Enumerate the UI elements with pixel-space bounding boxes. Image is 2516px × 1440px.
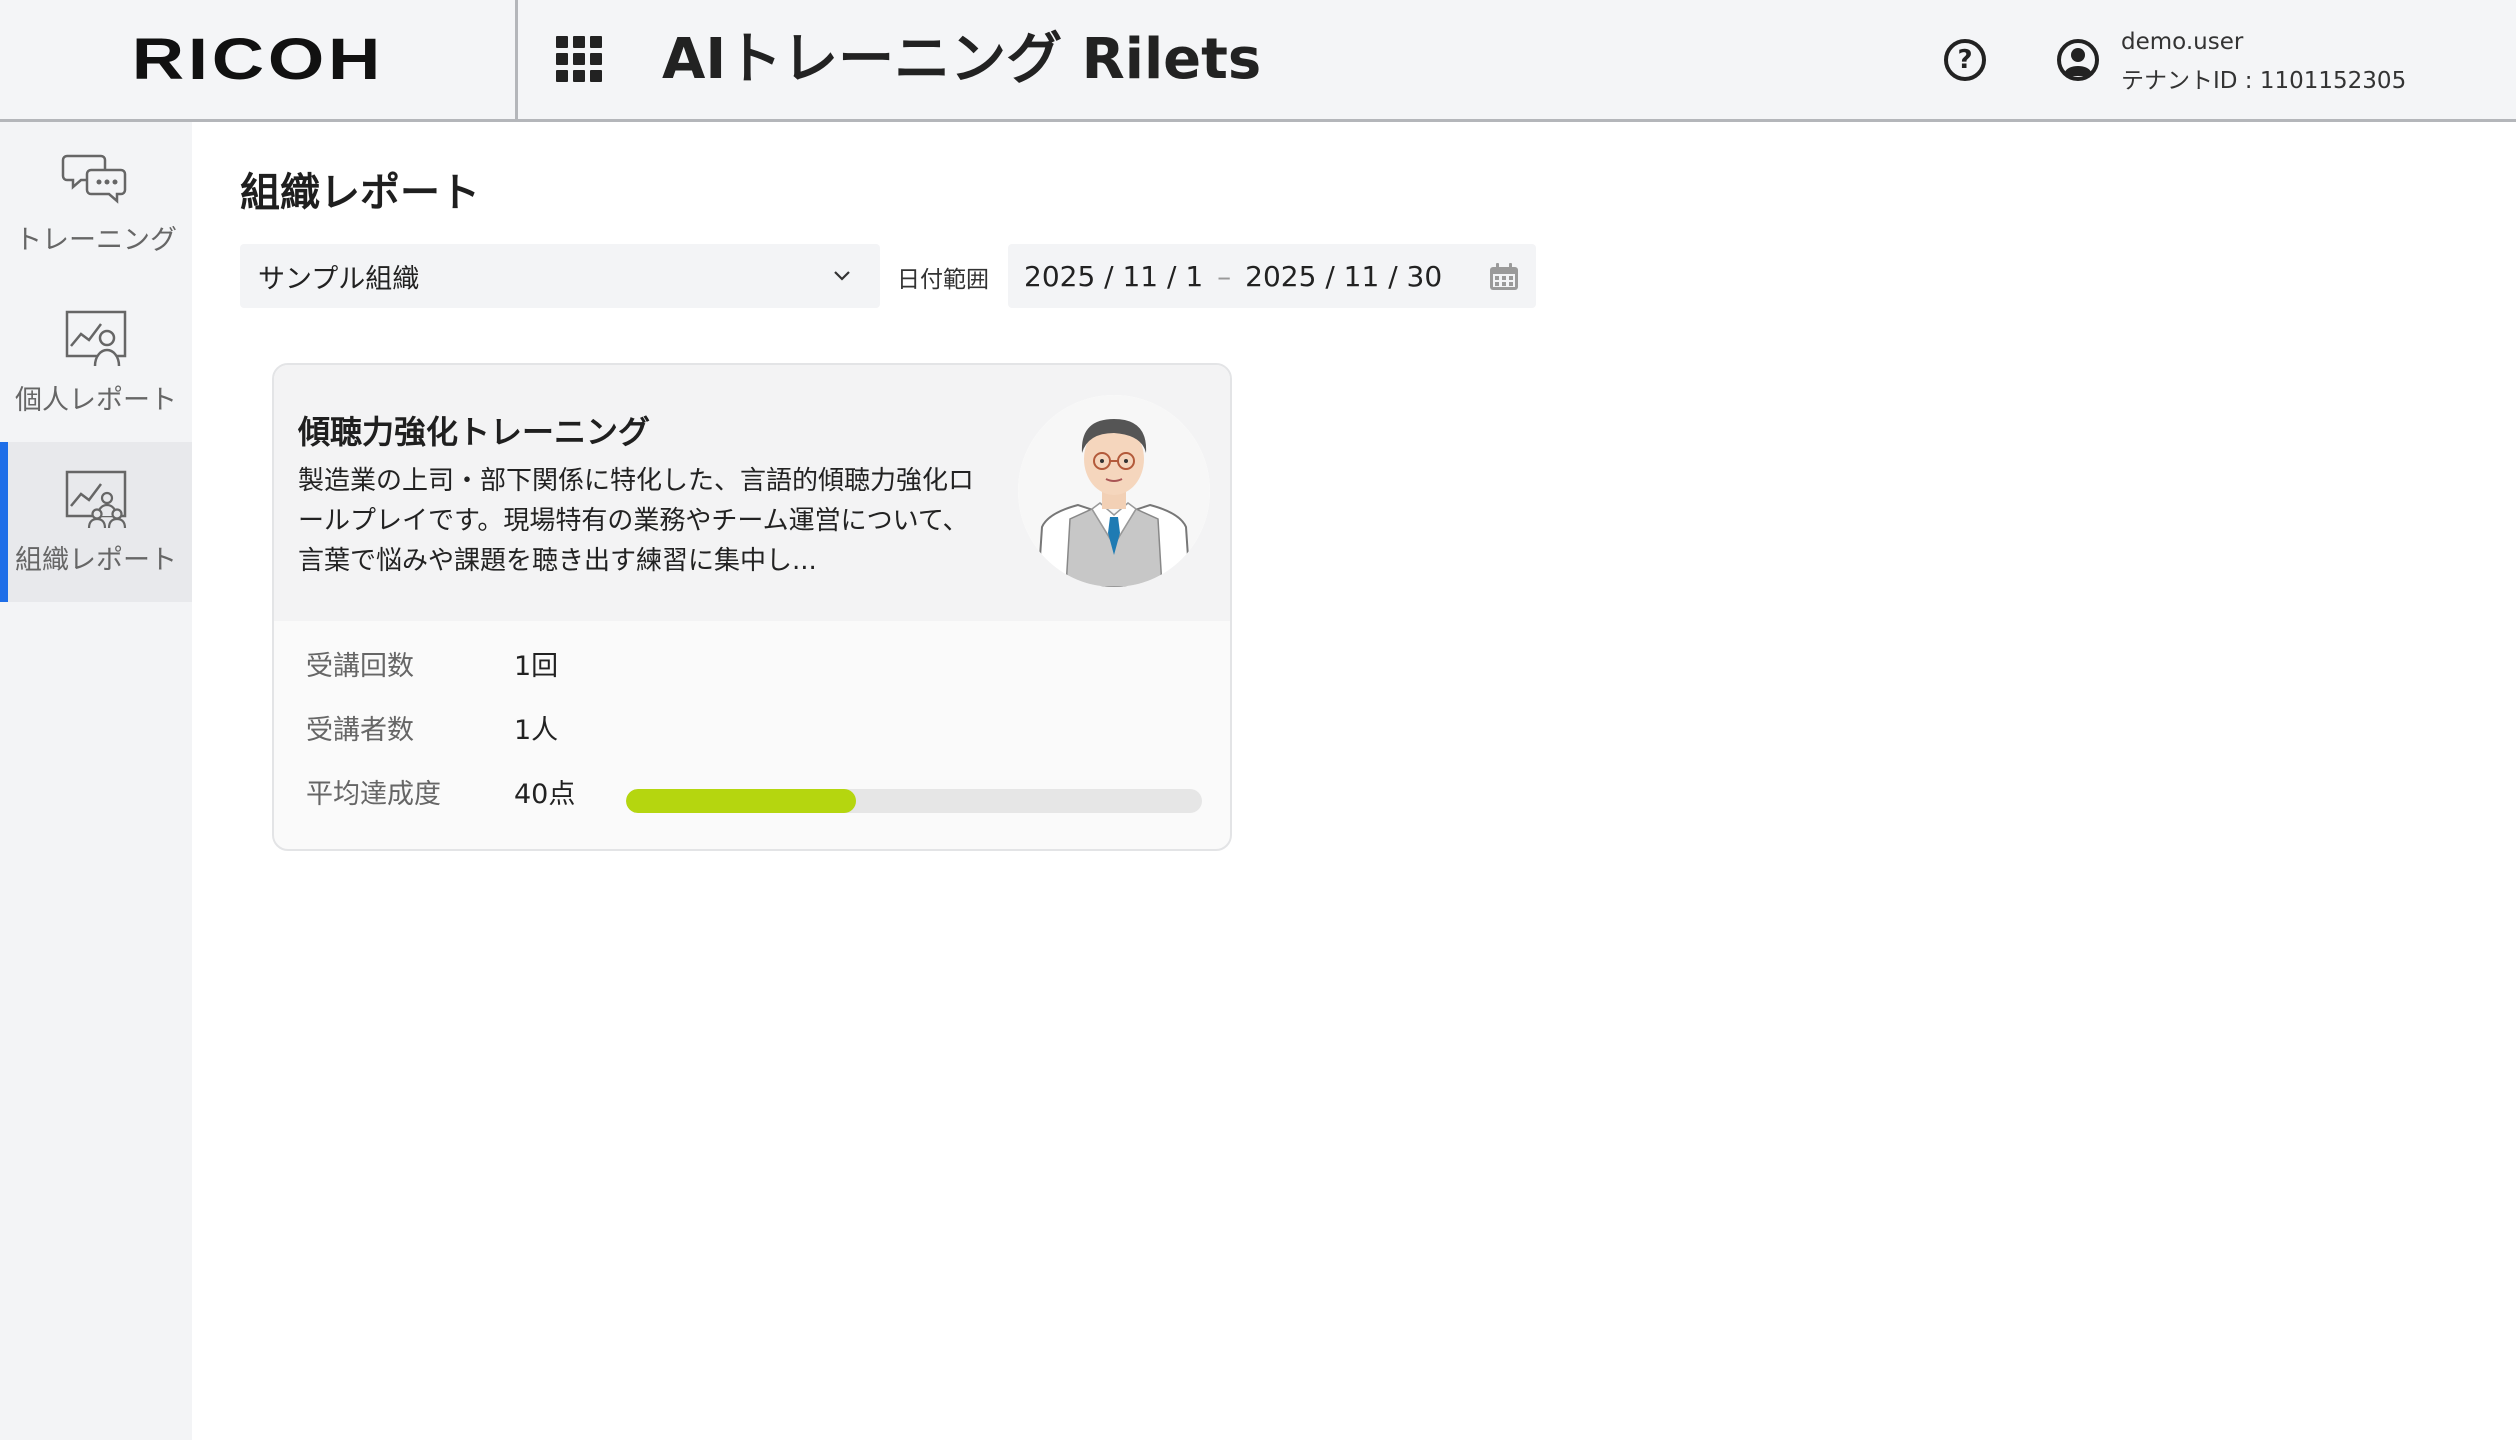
date-range-label: 日付範囲 (897, 267, 989, 293)
calendar-icon[interactable] (1488, 262, 1520, 292)
app-title: AIトレーニング Rilets (662, 27, 1262, 92)
org-report-icon (65, 470, 127, 528)
app-grid-icon[interactable] (556, 36, 606, 86)
stat-row-sessions: 受講回数 1回 (306, 643, 558, 683)
user-circle-icon[interactable] (2056, 38, 2100, 82)
date-end[interactable]: 2025 / 11 / 30 (1245, 260, 1442, 293)
sidebar-item-training[interactable]: トレーニング (0, 122, 192, 282)
date-separator: – (1217, 259, 1232, 293)
card-description: 製造業の上司・部下関係に特化した、言語的傾聴力強化ロールプレイです。現場特有の業… (298, 466, 975, 576)
avg-score-progress-bar (626, 789, 1202, 813)
stat-value: 40点 (514, 778, 576, 810)
sidebar-item-label: トレーニング (15, 224, 177, 256)
ricoh-logo[interactable]: RICOH (131, 26, 383, 93)
stat-value: 1人 (514, 714, 559, 746)
org-select-value: サンプル組織 (258, 263, 420, 295)
stat-value: 1回 (514, 650, 559, 682)
sidebar: トレーニング 個人レポート 組織レポート (0, 122, 192, 1440)
chevron-down-icon (834, 271, 850, 281)
sidebar-item-label: 組織レポート (15, 544, 177, 576)
stat-label: 受講者数 (306, 714, 414, 746)
sidebar-item-personal-report[interactable]: 個人レポート (0, 282, 192, 442)
stat-row-avg-score: 平均達成度 40点 (306, 771, 575, 811)
user-name: demo.user (2121, 29, 2244, 55)
personal-report-icon (65, 310, 127, 366)
tenant-id: テナントID : 1101152305 (2121, 68, 2407, 94)
app-header: RICOH AIトレーニング Rilets ? demo.user テナントID… (0, 0, 2516, 122)
page-title: 組織レポート (240, 170, 480, 216)
card-title: 傾聴力強化トレーニング (298, 413, 651, 451)
trainer-avatar (1018, 395, 1210, 587)
help-circle-icon[interactable]: ? (1944, 39, 1986, 81)
sidebar-item-label: 個人レポート (15, 384, 177, 416)
date-range-picker[interactable]: 2025 / 11 / 1 – 2025 / 11 / 30 (1008, 244, 1536, 308)
logo-area[interactable]: RICOH (0, 0, 518, 119)
stat-label: 平均達成度 (306, 778, 441, 810)
sidebar-item-org-report[interactable]: 組織レポート (0, 442, 192, 602)
progress-fill (626, 789, 857, 813)
card-header: 傾聴力強化トレーニング 製造業の上司・部下関係に特化した、言語的傾聴力強化ロール… (274, 365, 1230, 621)
training-report-card[interactable]: 傾聴力強化トレーニング 製造業の上司・部下関係に特化した、言語的傾聴力強化ロール… (272, 363, 1232, 851)
stat-row-participants: 受講者数 1人 (306, 707, 558, 747)
stat-label: 受講回数 (306, 650, 414, 682)
org-select[interactable]: サンプル組織 (240, 244, 880, 308)
date-start[interactable]: 2025 / 11 / 1 (1024, 260, 1203, 293)
chat-bubbles-icon (61, 154, 127, 204)
